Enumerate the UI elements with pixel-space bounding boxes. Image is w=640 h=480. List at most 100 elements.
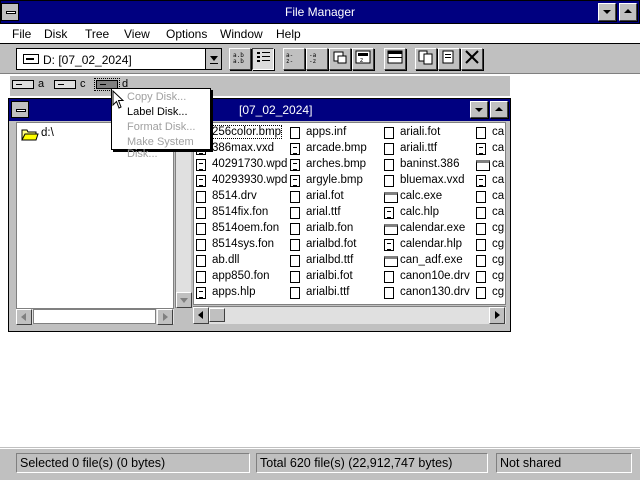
file-name: arialb.fon [306, 222, 354, 234]
move-button[interactable] [438, 48, 460, 70]
file-name: calendar.hlp [400, 238, 463, 250]
floppy-drive-icon [12, 80, 34, 89]
drive-c-label: c [80, 78, 86, 90]
view-list-button[interactable]: a.b a.b [229, 48, 251, 70]
file-icon [290, 239, 300, 251]
chevron-down-icon [210, 56, 218, 64]
arrow-left-icon [21, 313, 26, 321]
file-name: argyle.bmp [306, 174, 363, 186]
file-name: cg [492, 254, 505, 266]
directory-maximize-button[interactable] [490, 101, 508, 118]
directory-system-menu-button[interactable] [11, 101, 29, 118]
tree-horizontal-scrollbar[interactable] [16, 308, 174, 325]
program-icon [476, 160, 490, 171]
file-name: 8514.drv [212, 190, 257, 202]
new-window-button[interactable] [384, 48, 406, 70]
sort-by-date-button[interactable]: z [352, 48, 374, 70]
delete-button[interactable] [461, 48, 483, 70]
file-icon [384, 127, 394, 139]
tree-scroll-down-button[interactable] [176, 292, 192, 308]
file-icon [476, 223, 486, 235]
status-selected: Selected 0 file(s) (0 bytes) [16, 453, 250, 473]
file-name: canon10e.drv [400, 270, 470, 282]
file-name: 40291730.wpd [212, 158, 288, 170]
file-name: arialbi.fot [306, 270, 353, 282]
files-scroll-right-button[interactable] [489, 307, 505, 324]
status-bar: Selected 0 file(s) (0 bytes) Total 620 f… [0, 448, 640, 480]
sort-by-type-button[interactable]: -a -z [306, 48, 328, 70]
document-icon [384, 239, 394, 251]
sort-by-name-button[interactable]: a-z- [283, 48, 305, 70]
sort-size-icon [333, 51, 347, 64]
file-name: arialbi.ttf [306, 286, 350, 298]
file-icon [384, 271, 394, 283]
menu-file[interactable]: File [12, 27, 31, 41]
sort-name-icon: a-z- [286, 52, 293, 65]
menu-options[interactable]: Options [166, 27, 207, 41]
file-icon [196, 255, 206, 267]
files-scroll-thumb[interactable] [209, 308, 225, 322]
file-name: 8514fix.fon [212, 206, 269, 218]
document-icon [290, 159, 300, 171]
program-icon [384, 192, 398, 203]
file-name: calc.hlp [400, 206, 439, 218]
document-icon [476, 143, 486, 155]
file-icon [290, 207, 300, 219]
menu-help[interactable]: Help [276, 27, 301, 41]
menu-tree[interactable]: Tree [85, 27, 109, 41]
drive-combo-value: D: [07_02_2024] [43, 53, 132, 67]
file-name: ca [492, 206, 505, 218]
directory-minimize-button[interactable] [470, 101, 488, 118]
drive-c[interactable]: c [54, 78, 94, 92]
window-icon [387, 50, 403, 64]
file-name: apps.hlp [212, 286, 256, 298]
mouse-pointer-icon [112, 90, 125, 109]
menu-item-format-disk: Format Disk... [127, 121, 196, 133]
sort-by-size-button[interactable] [329, 48, 351, 70]
menu-item-make-system-disk: Make System Disk... [127, 136, 194, 160]
file-name: 8514sys.fon [212, 238, 275, 250]
file-list-pane[interactable]: 256color.bmp 386max.vxd 40291730.wpd 402… [193, 122, 506, 305]
file-name: ca [492, 190, 505, 202]
file-name: ariali.fot [400, 126, 441, 138]
file-name: cg [492, 270, 505, 282]
maximize-button[interactable] [619, 3, 637, 21]
file-name: bluemax.vxd [400, 174, 465, 186]
svg-text:z-: z- [286, 58, 293, 65]
drive-a[interactable]: a [12, 78, 52, 92]
drive-combo[interactable]: D: [07_02_2024] [16, 48, 222, 70]
files-horizontal-scrollbar[interactable] [193, 306, 506, 324]
status-share: Not shared [496, 453, 632, 473]
file-icon [290, 255, 300, 267]
files-scroll-left-button[interactable] [193, 307, 209, 324]
copy-button[interactable] [415, 48, 437, 70]
file-icon [476, 255, 486, 267]
file-name: arialbd.ttf [306, 254, 354, 266]
minimize-button[interactable] [598, 3, 616, 21]
view-details-button[interactable] [252, 48, 274, 70]
copy-icon [418, 50, 433, 65]
menu-window[interactable]: Window [220, 27, 263, 41]
menu-disk[interactable]: Disk [44, 27, 67, 41]
file-name: arcade.bmp [306, 142, 367, 154]
program-icon [384, 224, 398, 235]
drive-combo-dropdown-button[interactable] [205, 49, 221, 69]
document-icon [196, 159, 206, 171]
svg-text:a.b: a.b [233, 58, 244, 65]
file-name: cg [492, 286, 505, 298]
tree-scroll-left-button[interactable] [16, 309, 32, 325]
tree-root-item[interactable]: d:\ [21, 126, 81, 142]
menu-item-label-disk[interactable]: Label Disk... [127, 106, 188, 118]
menu-view[interactable]: View [124, 27, 150, 41]
toolbar: D: [07_02_2024] a.b a.b a-z- -a -z z [0, 45, 640, 73]
document-icon [196, 175, 206, 187]
file-icon [196, 239, 206, 251]
delete-x-icon [465, 50, 479, 64]
tree-scroll-track[interactable] [33, 309, 156, 324]
tree-scroll-right-button[interactable] [157, 309, 173, 325]
file-icon [384, 175, 394, 187]
hard-drive-icon [54, 80, 76, 89]
svg-text:z: z [360, 57, 363, 64]
document-icon [196, 287, 206, 299]
file-icon [476, 287, 486, 299]
